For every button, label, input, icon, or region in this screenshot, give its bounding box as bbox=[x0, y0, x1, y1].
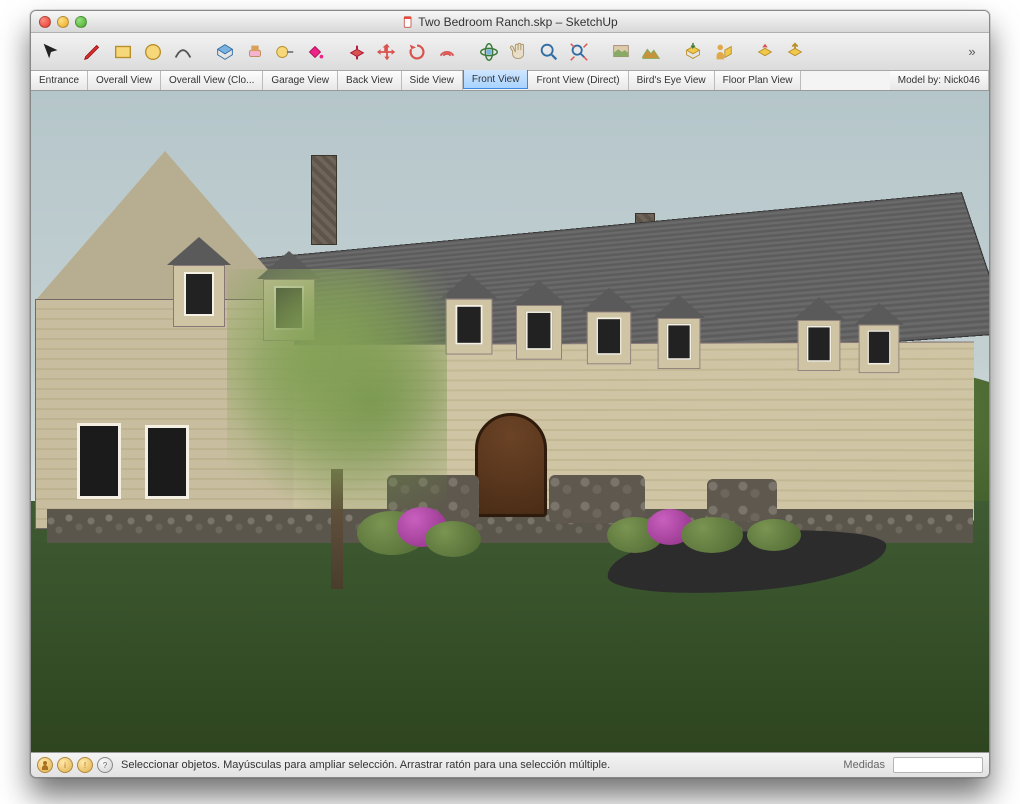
scene-tab-model-credit[interactable]: Model by: Nick046 bbox=[890, 71, 989, 90]
measurements-input[interactable] bbox=[893, 757, 983, 773]
eraser-tool[interactable] bbox=[241, 38, 269, 66]
window-title: Two Bedroom Ranch.skp – SketchUp bbox=[31, 15, 989, 29]
info-icon[interactable]: i bbox=[57, 757, 73, 773]
scene-tab-overall-view[interactable]: Overall View bbox=[88, 71, 161, 90]
scene-tab-front-view-direct[interactable]: Front View (Direct) bbox=[528, 71, 628, 90]
scene-tab-garage-view[interactable]: Garage View bbox=[263, 71, 338, 90]
upload-tool[interactable] bbox=[751, 38, 779, 66]
close-button[interactable] bbox=[39, 16, 51, 28]
arc-tool[interactable] bbox=[169, 38, 197, 66]
pan-tool[interactable] bbox=[505, 38, 533, 66]
zoom-extents-tool[interactable] bbox=[565, 38, 593, 66]
make-component-tool[interactable] bbox=[211, 38, 239, 66]
offset-tool[interactable] bbox=[433, 38, 461, 66]
status-hint: Seleccionar objetos. Mayúsculas para amp… bbox=[121, 759, 839, 771]
help-icon[interactable]: ? bbox=[97, 757, 113, 773]
circle-tool[interactable] bbox=[139, 38, 167, 66]
scene-tab-back-view[interactable]: Back View bbox=[338, 71, 402, 90]
scene-tab-birds-eye-view[interactable]: Bird's Eye View bbox=[629, 71, 715, 90]
add-location-tool[interactable] bbox=[607, 38, 635, 66]
titlebar: Two Bedroom Ranch.skp – SketchUp bbox=[31, 11, 989, 33]
status-bar: i ! ? Seleccionar objetos. Mayúsculas pa… bbox=[31, 753, 989, 777]
get-models-tool[interactable] bbox=[679, 38, 707, 66]
move-tool[interactable] bbox=[373, 38, 401, 66]
preview-tool[interactable] bbox=[781, 38, 809, 66]
app-window: Two Bedroom Ranch.skp – SketchUp bbox=[30, 10, 990, 778]
scene-tab-entrance[interactable]: Entrance bbox=[31, 71, 88, 90]
select-tool[interactable] bbox=[37, 38, 65, 66]
scene-tab-floor-plan-view[interactable]: Floor Plan View bbox=[715, 71, 802, 90]
credits-icon[interactable]: ! bbox=[77, 757, 93, 773]
rectangle-tool[interactable] bbox=[109, 38, 137, 66]
scene-tabs: Entrance Overall View Overall View (Clo.… bbox=[31, 71, 989, 91]
main-toolbar: » bbox=[31, 33, 989, 71]
house-model bbox=[47, 129, 977, 632]
scene-tab-overall-view-close[interactable]: Overall View (Clo... bbox=[161, 71, 263, 90]
document-icon bbox=[402, 16, 414, 28]
svg-text:?: ? bbox=[103, 761, 108, 770]
zoom-tool[interactable] bbox=[535, 38, 563, 66]
pencil-tool[interactable] bbox=[79, 38, 107, 66]
orbit-tool[interactable] bbox=[475, 38, 503, 66]
toolbar-overflow[interactable]: » bbox=[961, 44, 983, 59]
measurements-label: Medidas bbox=[843, 759, 885, 771]
push-pull-tool[interactable] bbox=[343, 38, 371, 66]
instructor-icon[interactable] bbox=[37, 757, 53, 773]
traffic-lights bbox=[31, 16, 87, 28]
zoom-button[interactable] bbox=[75, 16, 87, 28]
scene-tab-side-view[interactable]: Side View bbox=[402, 71, 463, 90]
scene-tab-front-view[interactable]: Front View bbox=[463, 70, 529, 89]
place-model-tool[interactable] bbox=[709, 38, 737, 66]
svg-text:i: i bbox=[64, 761, 66, 770]
tape-measure-tool[interactable] bbox=[271, 38, 299, 66]
toggle-terrain-tool[interactable] bbox=[637, 38, 665, 66]
model-viewport[interactable] bbox=[31, 91, 989, 753]
minimize-button[interactable] bbox=[57, 16, 69, 28]
svg-text:!: ! bbox=[84, 761, 86, 770]
rotate-tool[interactable] bbox=[403, 38, 431, 66]
paint-bucket-tool[interactable] bbox=[301, 38, 329, 66]
